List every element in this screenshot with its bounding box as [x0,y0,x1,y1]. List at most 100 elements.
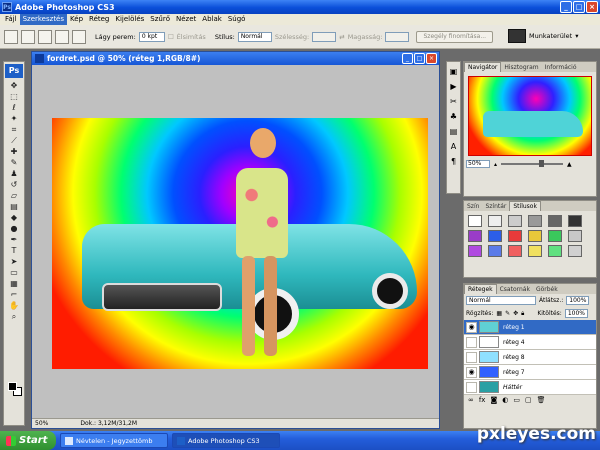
style-swatch[interactable] [488,215,502,227]
blur-tool-icon[interactable]: ◆ [6,213,22,223]
layer-row[interactable]: réteg 8 [464,350,596,365]
style-swatch[interactable] [468,245,482,257]
tab-layers[interactable]: Rétegek [464,284,497,294]
document-titlebar[interactable]: fordret.psd @ 50% (réteg 1,RGB/8#) [32,52,439,65]
slice-tool-icon[interactable]: ⟋ [6,136,22,146]
visibility-eye-icon[interactable]: ◉ [466,321,477,333]
fill-input[interactable]: 100% [564,309,588,318]
navigator-thumbnail[interactable] [468,76,592,156]
maximize-icon[interactable]: □ [573,1,585,13]
close-icon[interactable]: × [586,1,598,13]
layer-row[interactable]: Háttér [464,380,596,395]
tab-navigator[interactable]: Navigátor [464,62,502,72]
lock-transparency-icon[interactable]: ▦ [496,310,502,317]
lock-position-icon[interactable]: ✥ [513,310,518,317]
menu-select[interactable]: Kijelölés [112,14,147,25]
healing-brush-icon[interactable]: ✚ [6,147,22,157]
marquee-tool-icon[interactable] [4,29,18,44]
crop-tool-icon[interactable]: ⌗ [6,125,22,135]
chevron-down-icon[interactable]: ▾ [575,32,578,40]
brush-tool-icon[interactable]: ✎ [6,158,22,168]
refine-edge-button[interactable]: Szegély finomítása... [416,30,494,43]
intersect-selection-icon[interactable] [72,29,86,44]
lock-all-icon[interactable]: 🔒︎ [521,310,524,318]
tool-presets-icon[interactable]: ✂ [448,96,459,107]
style-swatch[interactable] [568,230,582,242]
lasso-tool-icon[interactable]: ℓ [6,103,22,113]
visibility-eye-icon[interactable] [466,336,477,348]
zoom-in-icon[interactable]: ▲ [567,161,572,168]
link-layers-icon[interactable]: ∞ [468,396,474,404]
layer-style-icon[interactable]: fx [479,396,486,404]
menu-filter[interactable]: Szűrő [147,14,173,25]
actions-icon[interactable]: ▶ [448,81,459,92]
tab-info[interactable]: Információ [542,63,580,72]
width-input[interactable] [312,31,337,42]
style-swatch[interactable] [548,245,562,257]
style-swatch[interactable] [468,215,482,227]
style-swatch[interactable] [568,245,582,257]
navigator-zoom-field[interactable]: 50% [466,160,490,168]
image-canvas[interactable] [52,118,428,369]
move-tool-icon[interactable]: ✥ [6,81,22,91]
workspace-button[interactable]: Munkaterület [529,32,572,40]
height-input[interactable] [385,31,410,42]
adjustment-layer-icon[interactable]: ◐ [502,396,508,404]
task-photoshop[interactable]: Adobe Photoshop CS3 [172,433,280,448]
tab-paths[interactable]: Görbék [533,285,561,294]
new-selection-icon[interactable] [21,29,35,44]
pen-tool-icon[interactable]: ✒ [6,235,22,245]
style-swatch[interactable] [468,230,482,242]
zoom-slider[interactable] [501,160,564,167]
style-swatch[interactable] [528,230,542,242]
path-selection-icon[interactable]: ➤ [6,257,22,267]
visibility-eye-icon[interactable] [466,351,477,363]
type-tool-icon[interactable]: T [6,246,22,256]
menu-window[interactable]: Ablak [199,14,225,25]
menu-view[interactable]: Nézet [173,14,199,25]
document-size[interactable]: Dok.: 3,12M/31,2M [80,420,137,427]
style-swatch[interactable] [568,215,582,227]
feather-input[interactable]: 0 kpt [138,31,165,42]
notes-tool-icon[interactable]: ▦ [6,279,22,289]
eraser-tool-icon[interactable]: ▱ [6,191,22,201]
swap-icon[interactable]: ⇄ [339,33,344,41]
style-swatch[interactable] [488,230,502,242]
zoom-tool-icon[interactable]: ⌕ [6,312,22,322]
zoom-out-icon[interactable]: ▴ [494,161,497,168]
history-brush-icon[interactable]: ↺ [6,180,22,190]
layer-row[interactable]: réteg 4 [464,335,596,350]
gradient-tool-icon[interactable]: ▤ [6,202,22,212]
bridge-icon[interactable] [508,29,526,43]
minimize-icon[interactable]: _ [402,53,413,64]
paragraph-icon[interactable]: ¶ [448,156,459,167]
brushes-icon[interactable]: ♣ [448,111,459,122]
tab-styles[interactable]: Stílusok [509,201,541,211]
foreground-color-swatch[interactable] [8,382,17,391]
minimize-icon[interactable]: _ [560,1,572,13]
maximize-icon[interactable]: □ [414,53,425,64]
tab-channels[interactable]: Csatornák [497,285,533,294]
menu-help[interactable]: Súgó [225,14,249,25]
menu-edit[interactable]: Szerkesztés [19,14,68,25]
new-layer-icon[interactable]: ▢ [525,396,532,404]
style-swatch[interactable] [508,215,522,227]
clone-source-icon[interactable]: ▤ [448,126,459,137]
shape-tool-icon[interactable]: ▭ [6,268,22,278]
close-icon[interactable]: × [426,53,437,64]
clone-stamp-icon[interactable]: ♟ [6,169,22,179]
antialias-checkbox[interactable]: ☐ [168,33,174,41]
layer-row[interactable]: ◉ réteg 1 [464,320,596,335]
style-swatch[interactable] [528,215,542,227]
task-notepad[interactable]: Névtelen - Jegyzettömb [60,433,168,448]
style-swatch[interactable] [548,215,562,227]
tab-swatches[interactable]: Színtár [482,202,509,211]
style-select[interactable]: Normál [237,31,272,42]
menu-layer[interactable]: Réteg [86,14,112,25]
style-swatch[interactable] [508,230,522,242]
style-swatch[interactable] [488,245,502,257]
menu-image[interactable]: Kép [67,14,86,25]
visibility-eye-icon[interactable] [466,381,477,393]
style-swatch[interactable] [508,245,522,257]
add-selection-icon[interactable] [38,29,52,44]
